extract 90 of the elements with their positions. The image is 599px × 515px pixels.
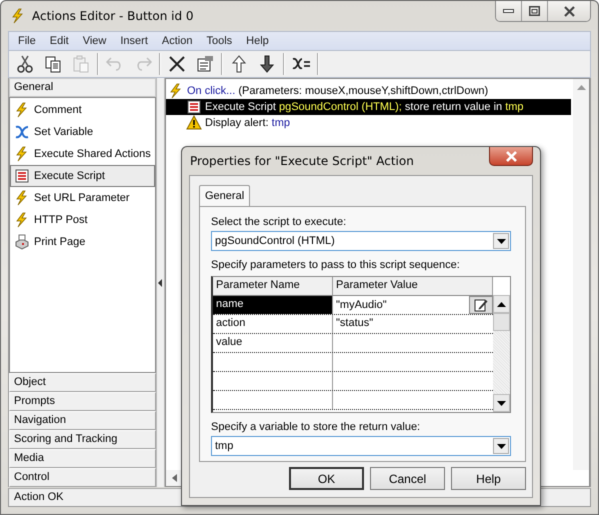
- item-label: Set URL Parameter: [34, 192, 130, 204]
- copy-icon: [43, 54, 63, 74]
- lightning-icon: [14, 146, 30, 162]
- menu-item[interactable]: Help: [239, 35, 276, 47]
- scrollbar[interactable]: [166, 470, 182, 486]
- item-label: Comment: [34, 104, 82, 116]
- minimize-button[interactable]: [496, 1, 522, 21]
- script-icon: [14, 168, 30, 184]
- item-label: Execute Shared Actions: [34, 148, 151, 160]
- lightning-icon: [10, 8, 26, 24]
- scroll-thumb[interactable]: [493, 313, 510, 331]
- variable-icon: [14, 124, 30, 140]
- dropdown-arrow-icon: [496, 238, 506, 244]
- item-label: HTTP Post: [34, 214, 88, 226]
- maximize-button[interactable]: [522, 1, 548, 21]
- scrollbar[interactable]: [573, 79, 589, 470]
- warning-icon: [186, 115, 202, 131]
- close-icon: [506, 150, 516, 162]
- tree-row[interactable]: Execute Script pgSoundControl (HTML); store return value in tmp: [166, 99, 571, 115]
- lightning-icon: [168, 83, 184, 99]
- dropdown-arrow-icon: [496, 444, 506, 448]
- sidebar-item[interactable]: HTTP Post: [10, 209, 155, 231]
- column-header[interactable]: Parameter Name: [213, 277, 333, 295]
- item-label: Execute Script: [34, 170, 105, 182]
- item-label: Set Variable: [34, 126, 94, 138]
- clipboard-icon: [71, 54, 91, 74]
- sidebar-item[interactable]: Execute Script: [10, 165, 155, 187]
- field-label: Select the script to execute:: [211, 216, 348, 230]
- dropdown-field[interactable]: tmp: [211, 436, 511, 456]
- category-header[interactable]: Object: [9, 373, 156, 392]
- table-cell[interactable]: name: [213, 296, 333, 314]
- tab[interactable]: General: [199, 185, 250, 206]
- sidebar-item[interactable]: Execute Shared Actions: [10, 143, 155, 165]
- dialog-button[interactable]: Help: [451, 467, 526, 490]
- lightning-icon: [14, 212, 30, 228]
- action-text: Execute Script pgSoundControl (HTML); store return value in tmp: [205, 101, 524, 113]
- down-arrow-icon: [257, 54, 277, 74]
- category-header[interactable]: General: [9, 78, 156, 97]
- script-icon: [186, 99, 202, 115]
- window-title: Actions Editor - Button id 0: [32, 9, 194, 23]
- category-header[interactable]: Control: [9, 468, 156, 487]
- category-header[interactable]: Prompts: [9, 392, 156, 411]
- scissors-icon: [15, 54, 35, 74]
- minimize-icon: [503, 9, 514, 13]
- menu-item[interactable]: File: [11, 35, 43, 47]
- scroll-left-icon[interactable]: [172, 474, 177, 482]
- table-cell-text: "status": [335, 316, 374, 331]
- category-header[interactable]: Navigation: [9, 411, 156, 430]
- table-cell: value: [213, 334, 333, 352]
- lightning-icon: [14, 190, 30, 206]
- dropdown-field[interactable]: pgSoundControl (HTML): [211, 231, 511, 251]
- column-header[interactable]: Parameter Value: [333, 277, 493, 295]
- sidebar-item[interactable]: Set Variable: [10, 121, 155, 143]
- printer-icon: [14, 234, 30, 250]
- field-label: Specify parameters to pass to this script sequence:: [211, 259, 461, 273]
- category-header[interactable]: Scoring and Tracking: [9, 430, 156, 449]
- properties-icon: [195, 54, 215, 74]
- scrollbar[interactable]: [493, 295, 510, 412]
- menu-item[interactable]: View: [76, 35, 114, 47]
- close-icon: [564, 6, 574, 16]
- pencil-icon: [474, 298, 488, 312]
- table-cell: action: [213, 315, 333, 333]
- dialog-button[interactable]: OK: [289, 467, 364, 490]
- delete-icon: [167, 54, 187, 74]
- item-label: Print Page: [34, 236, 86, 248]
- scroll-up-icon[interactable]: [497, 302, 506, 306]
- sidebar-item[interactable]: Comment: [10, 99, 155, 121]
- sidebar-item[interactable]: Print Page: [10, 231, 155, 253]
- scroll-down-icon[interactable]: [497, 400, 506, 406]
- up-arrow-icon: [229, 54, 249, 74]
- close-button[interactable]: [548, 1, 590, 21]
- maximize-icon: [529, 6, 540, 16]
- action-text: Display alert: tmp: [205, 117, 290, 129]
- edit-button[interactable]: [469, 296, 493, 314]
- dialog-button[interactable]: Cancel: [370, 467, 445, 490]
- table-cell: "myAudio": [333, 296, 493, 314]
- tree-row[interactable]: Display alert: tmp: [166, 115, 571, 131]
- action-text: On click... (Parameters: mouseX,mouseY,shiftDown,ctrlDown): [187, 85, 488, 97]
- field-label: Specify a variable to store the return value:: [211, 421, 422, 435]
- menu-item[interactable]: Tools: [199, 35, 240, 47]
- lightning-icon: [14, 102, 30, 118]
- collapse-arrow-icon[interactable]: [158, 278, 163, 286]
- dialog-title: Properties for "Execute Script" Action: [189, 154, 414, 168]
- tree-row[interactable]: On click... (Parameters: mouseX,mouseY,shiftDown,ctrlDown): [166, 83, 571, 99]
- menu-item[interactable]: Action: [154, 35, 200, 47]
- category-header[interactable]: Media: [9, 449, 156, 468]
- sidebar-item[interactable]: Set URL Parameter: [10, 187, 155, 209]
- menu-item[interactable]: Insert: [113, 35, 155, 47]
- close-button[interactable]: [489, 147, 533, 166]
- menu-item[interactable]: Edit: [42, 35, 76, 47]
